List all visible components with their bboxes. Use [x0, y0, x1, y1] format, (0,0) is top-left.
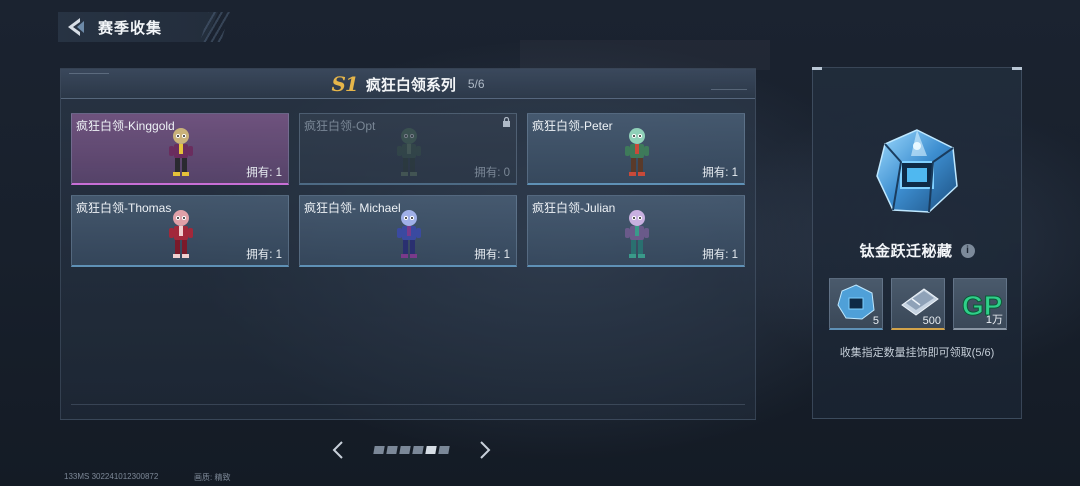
- card-name: 疯狂白领-Kinggold: [76, 119, 175, 133]
- ping-readout: 133MS 302241012300872: [64, 472, 159, 481]
- collection-card[interactable]: 疯狂白领-Opt 拥有: 0: [299, 113, 517, 185]
- character-figure-icon: [397, 128, 421, 176]
- character-figure-icon: [169, 128, 193, 176]
- season-badge: S1: [331, 72, 358, 96]
- back-arrow-icon: [68, 18, 84, 36]
- reward-title: 钛金跃迁秘藏: [859, 243, 953, 260]
- chevron-left-icon: [332, 441, 343, 459]
- pager: [326, 438, 497, 462]
- collection-card[interactable]: 疯狂白领-Peter 拥有: 1: [527, 113, 745, 185]
- card-name: 疯狂白领-Julian: [532, 201, 616, 215]
- corner-mark: [812, 67, 822, 70]
- page-dot[interactable]: [399, 446, 411, 454]
- back-button[interactable]: [58, 12, 92, 42]
- reward-item-gp[interactable]: GP 1万: [953, 278, 1007, 330]
- page-title: 赛季收集: [98, 19, 163, 37]
- series-title: 疯狂白领系列: [365, 76, 456, 94]
- page-dot[interactable]: [373, 446, 385, 454]
- next-page-button[interactable]: [473, 438, 497, 462]
- page-dot[interactable]: [386, 446, 398, 454]
- reward-panel: 钛金跃迁秘藏 i 5 500 GP 1万 收集指定数量挂饰即可领取(5/6): [812, 67, 1022, 419]
- lock-icon: [503, 117, 510, 127]
- series-progress: 5/6: [467, 77, 485, 91]
- character-figure-icon: [169, 210, 193, 258]
- reward-qty: 500: [922, 315, 941, 327]
- page-dot[interactable]: [412, 446, 424, 454]
- card-name: 疯狂白领- Michael: [304, 201, 401, 215]
- card-grid: 疯狂白领-Kinggold 拥有: 1 疯狂白领-Opt 拥有: 0 疯狂白领-Pete…: [71, 113, 745, 267]
- collection-panel: S1 疯狂白领系列 5/6 疯狂白领-Kinggold 拥有: 1 疯狂白领-Opt…: [60, 68, 756, 420]
- page-dot[interactable]: [438, 446, 450, 454]
- collection-card[interactable]: 疯狂白领-Kinggold 拥有: 1: [71, 113, 289, 185]
- corner-mark: [1012, 67, 1022, 70]
- owned-count: 拥有: 1: [702, 249, 738, 261]
- card-name: 疯狂白领-Opt: [304, 119, 376, 133]
- prev-page-button[interactable]: [326, 438, 350, 462]
- character-figure-icon: [397, 210, 421, 258]
- reward-qty: 5: [872, 315, 879, 327]
- divider: [71, 404, 745, 405]
- card-name: 疯狂白领-Thomas: [76, 201, 172, 215]
- reward-item-crate[interactable]: 5: [829, 278, 883, 330]
- treasure-crate-icon[interactable]: [871, 126, 963, 223]
- page-header: 赛季收集: [58, 12, 218, 42]
- character-figure-icon: [625, 128, 649, 176]
- owned-count: 拥有: 1: [702, 167, 738, 179]
- collection-card[interactable]: 疯狂白领-Thomas 拥有: 1: [71, 195, 289, 267]
- reward-items: 5 500 GP 1万: [829, 278, 1007, 330]
- character-figure-icon: [625, 210, 649, 258]
- crate-icon: [837, 284, 875, 320]
- owned-count: 拥有: 1: [474, 249, 510, 261]
- collection-card[interactable]: 疯狂白领-Julian 拥有: 1: [527, 195, 745, 267]
- series-header: S1 疯狂白领系列 5/6: [61, 69, 755, 99]
- owned-count: 拥有: 0: [474, 167, 510, 179]
- reward-item-ticket[interactable]: 500: [891, 278, 945, 330]
- page-dots: [373, 446, 450, 454]
- reward-description: 收集指定数量挂饰即可领取(5/6): [839, 347, 995, 359]
- chevron-right-icon: [480, 441, 491, 459]
- info-icon[interactable]: i: [960, 243, 975, 258]
- owned-count: 拥有: 1: [246, 249, 282, 261]
- owned-count: 拥有: 1: [246, 167, 282, 179]
- graphics-quality: 画质: 精致: [194, 473, 231, 482]
- card-name: 疯狂白领-Peter: [532, 119, 613, 133]
- page-dot[interactable]: [425, 446, 437, 454]
- collection-card[interactable]: 疯狂白领- Michael 拥有: 1: [299, 195, 517, 267]
- reward-qty: 1万: [985, 314, 1003, 326]
- background-stripe: [520, 40, 770, 70]
